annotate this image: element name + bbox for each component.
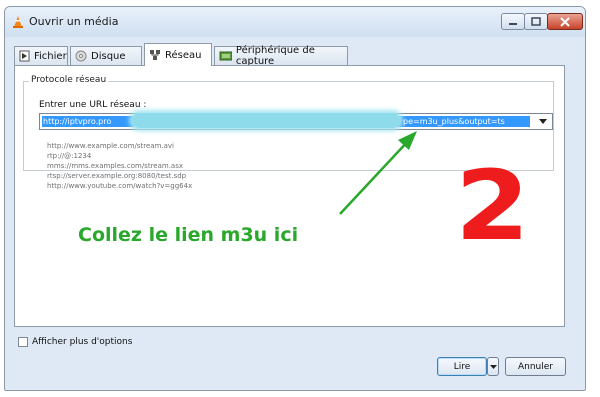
more-options-checkbox[interactable] <box>18 337 28 347</box>
url-example: mms://mms.examples.com/stream.asx <box>47 162 184 170</box>
more-options-row[interactable]: Afficher plus d'options <box>18 337 132 347</box>
annotation-step-number: 2 <box>455 150 530 262</box>
url-text-start: http://iptvpro.pro <box>43 117 112 126</box>
chevron-down-icon <box>489 364 497 369</box>
annotation-instruction: Collez le lien m3u ici <box>78 224 299 246</box>
network-protocol-group-title: Protocole réseau <box>29 75 109 85</box>
close-button[interactable] <box>547 13 583 30</box>
tab-file-label: Fichier <box>34 50 67 62</box>
title-bar[interactable]: Ouvrir un média <box>5 7 585 37</box>
url-example: rtsp://server.example.org:8080/test.sdp <box>47 172 187 180</box>
url-redaction-blur <box>132 113 400 128</box>
url-example: http://www.youtube.com/watch?v=gg64x <box>47 182 193 190</box>
tab-disc-label: Disque <box>91 50 126 62</box>
more-options-label: Afficher plus d'options <box>32 337 133 347</box>
url-examples-list: http://www.example.com/stream.avi rtp://… <box>47 141 192 191</box>
play-button[interactable]: Lire <box>437 357 487 376</box>
network-url-combobox[interactable]: http://iptvpro.pro pe=m3u_plus&output=ts <box>39 113 553 130</box>
close-icon <box>560 16 570 27</box>
file-icon <box>19 50 30 62</box>
url-example: http://www.example.com/stream.avi <box>47 142 174 150</box>
tab-file[interactable]: Fichier <box>14 46 68 65</box>
vlc-cone-icon <box>13 16 23 28</box>
play-dropdown-button[interactable] <box>487 357 499 376</box>
url-text-end: pe=m3u_plus&output=ts <box>403 117 505 126</box>
url-dropdown-button[interactable] <box>534 114 552 129</box>
maximize-icon <box>531 17 541 26</box>
network-url-label: Entrer une URL réseau : <box>39 100 147 110</box>
url-example: rtp://@:1234 <box>47 152 92 160</box>
tab-disc[interactable]: Disque <box>70 46 142 65</box>
capture-device-icon <box>219 51 232 61</box>
minimize-button[interactable] <box>501 13 525 30</box>
chevron-down-icon <box>539 119 547 124</box>
tab-network[interactable]: Réseau <box>144 43 212 66</box>
tab-network-label: Réseau <box>165 49 202 61</box>
tab-capture-device[interactable]: Périphérique de capture <box>214 45 348 67</box>
cancel-button[interactable]: Annuler <box>505 357 566 376</box>
window-title: Ouvrir un média <box>29 15 119 28</box>
disc-icon <box>75 50 87 62</box>
tab-capture-device-label: Périphérique de capture <box>235 45 315 67</box>
maximize-button[interactable] <box>524 13 548 30</box>
minimize-icon <box>509 22 517 25</box>
network-icon <box>150 50 160 60</box>
